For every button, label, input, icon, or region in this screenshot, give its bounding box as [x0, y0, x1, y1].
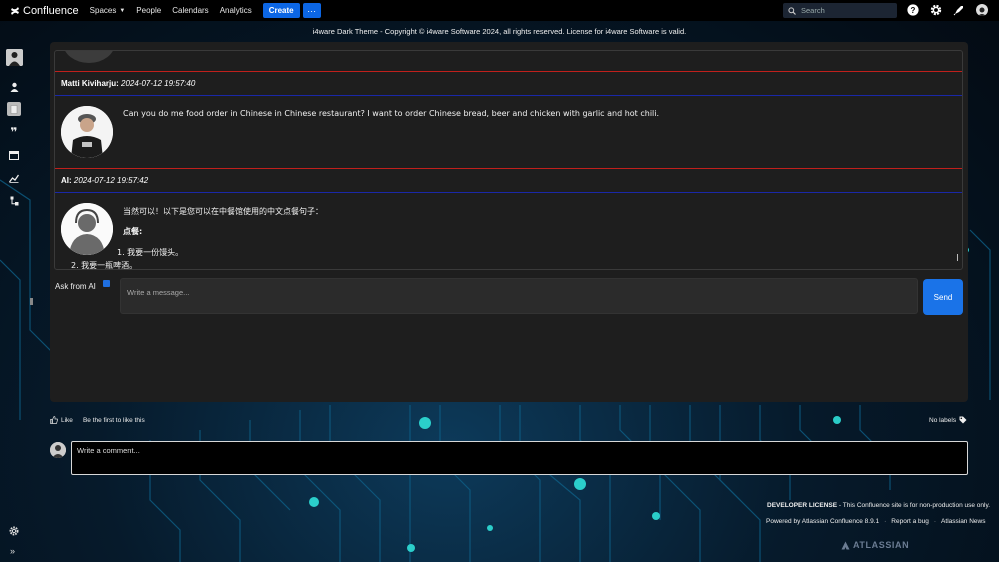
label-tag-icon: [959, 416, 967, 424]
notifications-rocket-icon[interactable]: [953, 4, 965, 16]
search-input[interactable]: Search: [783, 3, 897, 18]
expand-sidebar-icon[interactable]: »: [10, 546, 15, 556]
nav-people[interactable]: People: [136, 6, 161, 15]
message-divider-blue: [55, 192, 962, 193]
svg-text:?: ?: [911, 6, 916, 15]
license-type: DEVELOPER LICENSE: [767, 502, 838, 509]
license-banner: i4ware Dark Theme - Copyright © i4ware S…: [312, 27, 687, 36]
comment-user-avatar: [50, 442, 66, 458]
ai-chat-panel: Matti Kiviharju: 2024-07-12 19:57:40 Can…: [50, 42, 968, 402]
space-avatar[interactable]: [6, 49, 23, 66]
nav-calendars[interactable]: Calendars: [172, 6, 208, 15]
like-label: Like: [61, 416, 73, 424]
create-button[interactable]: Create: [262, 3, 300, 18]
search-placeholder: Search: [801, 6, 825, 15]
chat-history[interactable]: Matti Kiviharju: 2024-07-12 19:57:40 Can…: [54, 50, 963, 270]
message-input[interactable]: Write a message...: [120, 278, 918, 314]
analytics-chart-icon[interactable]: [7, 171, 21, 185]
user-avatar[interactable]: [976, 4, 988, 16]
space-avatar-image: [6, 49, 23, 66]
people-icon[interactable]: [7, 80, 21, 94]
ask-ai-label: Ask from AI: [55, 282, 96, 291]
footer-separator: ·: [884, 518, 887, 525]
message-header: AI: 2024-07-12 19:57:42: [61, 176, 148, 185]
previous-message-avatar: [63, 51, 115, 63]
labels-text: No labels: [929, 416, 957, 424]
message-author: Matti Kiviharju:: [61, 79, 119, 88]
thumbs-up-icon: [50, 416, 58, 424]
message-divider-blue: [55, 95, 962, 96]
atlassian-news-link[interactable]: Atlassian News: [941, 518, 985, 525]
like-prompt: Be the first to like this: [82, 416, 145, 424]
settings-gear-icon[interactable]: [930, 4, 942, 16]
space-settings-gear-icon[interactable]: [9, 526, 19, 536]
user-photo-image: [61, 106, 113, 158]
atlassian-brand-text: ATLASSIAN: [853, 540, 910, 550]
comment-input[interactable]: Write a comment...: [71, 441, 968, 475]
nav-spaces[interactable]: Spaces ▼: [90, 6, 126, 15]
message-author: AI:: [61, 176, 72, 185]
search-icon: [788, 6, 796, 15]
help-icon[interactable]: ?: [907, 4, 919, 16]
pages-icon[interactable]: [7, 102, 21, 116]
message-divider-red: [55, 168, 962, 169]
atlassian-icon: [841, 541, 850, 549]
nav-spaces-label: Spaces: [89, 6, 117, 15]
space-sidebar: ❞: [0, 42, 28, 562]
message-timestamp: 2024-07-12 19:57:42: [73, 176, 149, 185]
ask-ai-checkbox[interactable]: [103, 280, 110, 287]
user-message-avatar: [61, 106, 113, 158]
footer-links: Powered by Atlassian Confluence 8.9.1 · …: [766, 518, 985, 525]
nav-analytics-label: Analytics: [219, 6, 252, 15]
send-button[interactable]: Send: [923, 279, 963, 315]
message-divider-red: [55, 71, 962, 72]
report-bug-link[interactable]: Report a bug: [891, 518, 929, 525]
footer-separator: ·: [933, 518, 937, 525]
nav-analytics[interactable]: Analytics: [220, 6, 252, 15]
nav-calendars-label: Calendars: [172, 6, 209, 15]
footer-license: DEVELOPER LICENSE - This Confluence site…: [767, 502, 990, 509]
ai-message-text: 当然可以！以下是您可以在中餐馆使用的中文点餐句子：: [123, 207, 323, 216]
powered-by-link[interactable]: Powered by Atlassian Confluence 8.9.1: [766, 518, 879, 525]
like-row: Like Be the first to like this: [50, 416, 145, 424]
confluence-icon: [11, 6, 19, 15]
create-more-button[interactable]: ···: [302, 3, 321, 18]
like-button[interactable]: Like: [50, 416, 73, 424]
confluence-logo[interactable]: Confluence: [10, 5, 79, 17]
message-header: Matti Kiviharju: 2024-07-12 19:57:40: [61, 79, 195, 88]
license-description: - This Confluence site is for non-produc…: [837, 502, 991, 509]
message-timestamp: 2024-07-12 19:57:40: [121, 79, 196, 88]
ai-list-item: 2. 我要一瓶啤酒。: [71, 261, 138, 270]
logo-text: Confluence: [23, 4, 79, 17]
user-message-text: Can you do me food order in Chinese in C…: [123, 109, 660, 118]
comment-placeholder: Write a comment...: [77, 446, 140, 455]
labels-area[interactable]: No labels: [929, 416, 967, 424]
comment-avatar-image: [50, 442, 66, 458]
chat-scrollbar[interactable]: [957, 254, 958, 261]
atlassian-logo[interactable]: ATLASSIAN: [841, 540, 909, 550]
ai-avatar-image: [61, 203, 113, 255]
message-placeholder: Write a message...: [127, 288, 190, 297]
ai-list-item: 1. 我要一份馒头。: [117, 248, 184, 257]
quote-icon[interactable]: ❞: [7, 125, 21, 139]
sidebar-resize-handle[interactable]: [30, 298, 33, 305]
page-tree-icon[interactable]: [7, 194, 21, 208]
calendar-icon[interactable]: [7, 148, 21, 162]
nav-people-label: People: [136, 6, 162, 15]
ai-message-heading: 点餐:: [123, 227, 143, 236]
ai-avatar: [61, 203, 113, 255]
chevron-down-icon: ▼: [119, 7, 126, 14]
